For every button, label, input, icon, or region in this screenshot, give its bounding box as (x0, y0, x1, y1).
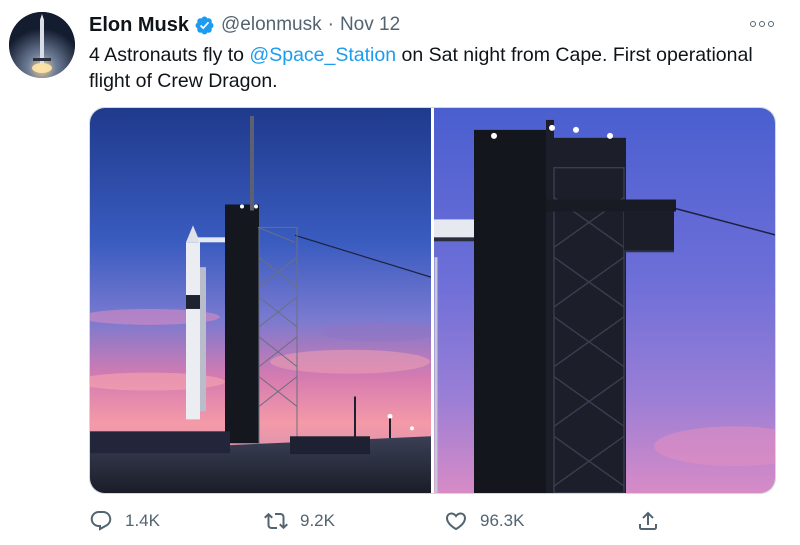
like-count: 96.3K (480, 511, 525, 530)
like-button[interactable]: 96.3K (444, 505, 524, 537)
dot (750, 21, 756, 27)
share-button[interactable] (636, 505, 660, 537)
media-photo-1[interactable] (90, 108, 431, 493)
dot (759, 21, 765, 27)
author-name[interactable]: Elon Musk (89, 14, 189, 37)
tweet-header: Elon Musk @elonmusk · Nov 12 (89, 12, 400, 38)
retweet-count: 9.2K (300, 511, 335, 530)
header-separator: · (327, 14, 334, 35)
reply-icon (89, 509, 113, 533)
media-photo-2[interactable] (434, 108, 775, 493)
retweet-icon (264, 509, 288, 533)
mention-link[interactable]: @Space_Station (249, 44, 396, 66)
dot (768, 21, 774, 27)
heart-icon (444, 509, 468, 533)
author-handle[interactable]: @elonmusk (221, 14, 322, 36)
tweet-date[interactable]: Nov 12 (340, 14, 400, 36)
tweet-actions: 1.4K 9.2K 96.3K (0, 505, 800, 537)
media-grid (89, 107, 776, 494)
avatar[interactable] (9, 12, 75, 78)
reply-button[interactable]: 1.4K (89, 505, 160, 537)
tweet-text: 4 Astronauts fly to @Space_Station on Sa… (89, 42, 779, 94)
launch-tower-closeup-photo (434, 108, 775, 493)
more-options-icon[interactable] (750, 18, 774, 30)
retweet-button[interactable]: 9.2K (264, 505, 335, 537)
share-icon (636, 509, 660, 533)
reply-count: 1.4K (125, 511, 160, 530)
rocket-launchpad-photo (90, 108, 431, 493)
rocket-launch-avatar-image (9, 12, 75, 78)
verified-badge-icon (194, 15, 215, 36)
tweet-text-before: 4 Astronauts fly to (89, 44, 250, 66)
